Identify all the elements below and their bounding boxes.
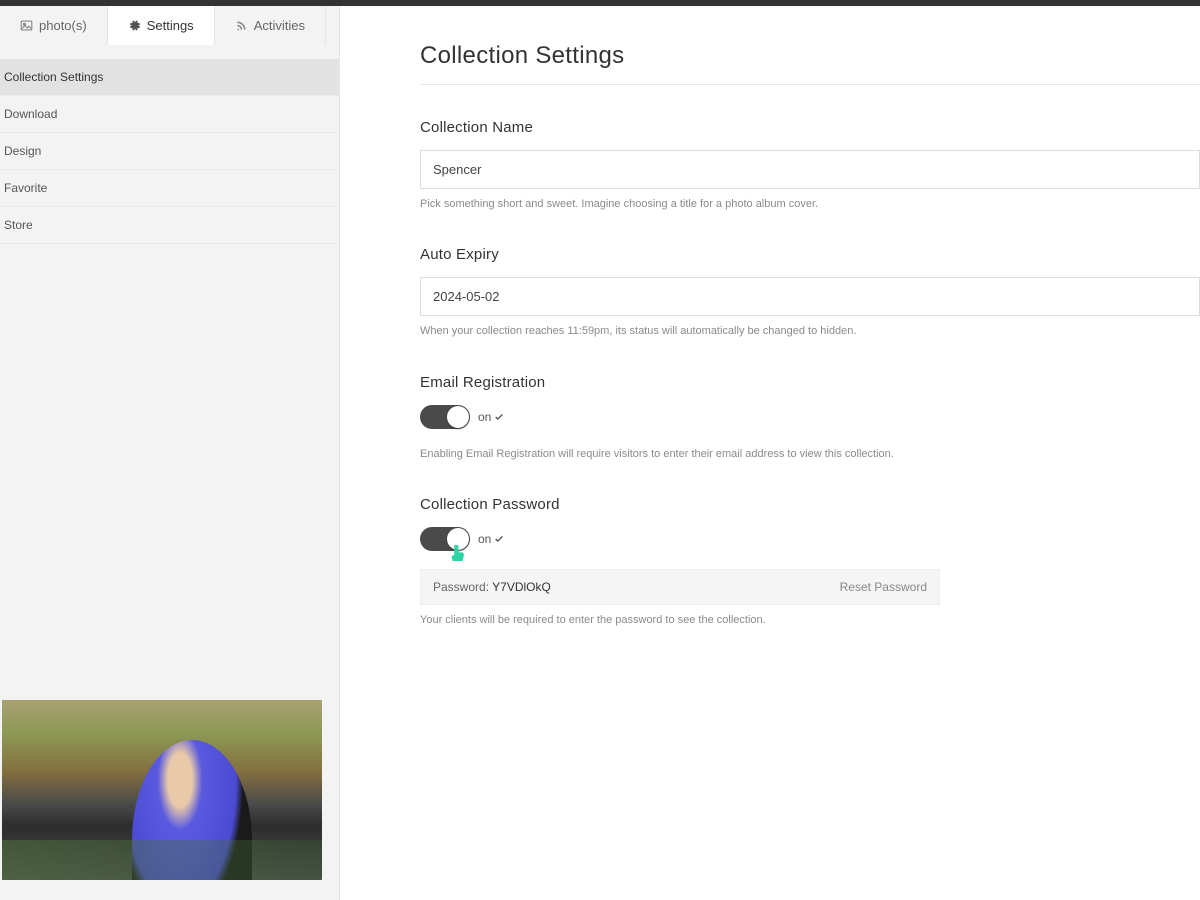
password-prefix: Password:: [433, 580, 492, 594]
collection-password-toggle-row: on: [420, 527, 1200, 551]
sidebar-item-favorite[interactable]: Favorite: [0, 170, 339, 207]
settings-nav: Collection Settings Download Design Favo…: [0, 59, 339, 244]
main-content: Collection Settings Collection Name Pick…: [340, 6, 1200, 900]
section-auto-expiry: Auto Expiry When your collection reaches…: [420, 246, 1200, 339]
sidebar-item-collection-settings[interactable]: Collection Settings: [0, 59, 339, 96]
check-icon: [494, 534, 504, 544]
sidebar-tabs: photo(s) Settings Activities: [0, 6, 339, 45]
sidebar-item-design[interactable]: Design: [0, 133, 339, 170]
cover-thumbnail-wrap: [0, 688, 339, 900]
password-display: Password: Y7VDlOkQ: [433, 580, 551, 594]
email-registration-help: Enabling Email Registration will require…: [420, 447, 1200, 462]
app-layout: photo(s) Settings Activities Collection …: [0, 6, 1200, 900]
rss-icon: [235, 19, 248, 32]
email-registration-toggle-row: on: [420, 405, 1200, 429]
password-value: Y7VDlOkQ: [492, 580, 551, 594]
tab-photos-label: photo(s): [39, 18, 87, 33]
auto-expiry-help: When your collection reaches 11:59pm, it…: [420, 324, 1200, 339]
cover-thumbnail[interactable]: [2, 700, 322, 880]
collection-name-input[interactable]: [420, 150, 1200, 189]
sidebar-item-store[interactable]: Store: [0, 207, 339, 244]
reset-password-link[interactable]: Reset Password: [840, 580, 927, 594]
email-registration-label: Email Registration: [420, 374, 1200, 391]
section-collection-name: Collection Name Pick something short and…: [420, 119, 1200, 212]
collection-name-help: Pick something short and sweet. Imagine …: [420, 197, 1200, 212]
sidebar: photo(s) Settings Activities Collection …: [0, 6, 340, 900]
tab-photos[interactable]: photo(s): [0, 6, 108, 45]
collection-password-toggle[interactable]: [420, 527, 470, 551]
auto-expiry-input[interactable]: [420, 277, 1200, 316]
tab-settings-label: Settings: [147, 18, 194, 33]
tab-activities[interactable]: Activities: [215, 6, 326, 45]
gear-icon: [128, 19, 141, 32]
email-registration-status: on: [478, 410, 504, 424]
tab-activities-label: Activities: [254, 18, 305, 33]
section-email-registration: Email Registration on Enabling Email Reg…: [420, 374, 1200, 462]
check-icon: [494, 412, 504, 422]
toggle-knob: [447, 406, 469, 428]
collection-name-label: Collection Name: [420, 119, 1200, 136]
sidebar-item-download[interactable]: Download: [0, 96, 339, 133]
image-icon: [20, 19, 33, 32]
email-registration-toggle[interactable]: [420, 405, 470, 429]
page-title: Collection Settings: [420, 42, 1200, 85]
sidebar-spacer: [0, 244, 339, 688]
auto-expiry-label: Auto Expiry: [420, 246, 1200, 263]
collection-password-status: on: [478, 532, 504, 546]
email-registration-state: on: [478, 410, 491, 424]
collection-password-label: Collection Password: [420, 496, 1200, 513]
password-bar: Password: Y7VDlOkQ Reset Password: [420, 569, 940, 605]
collection-password-help: Your clients will be required to enter t…: [420, 613, 1200, 628]
section-collection-password: Collection Password on Password: Y7VDlOk…: [420, 496, 1200, 628]
tab-settings[interactable]: Settings: [108, 6, 215, 45]
collection-password-state: on: [478, 532, 491, 546]
